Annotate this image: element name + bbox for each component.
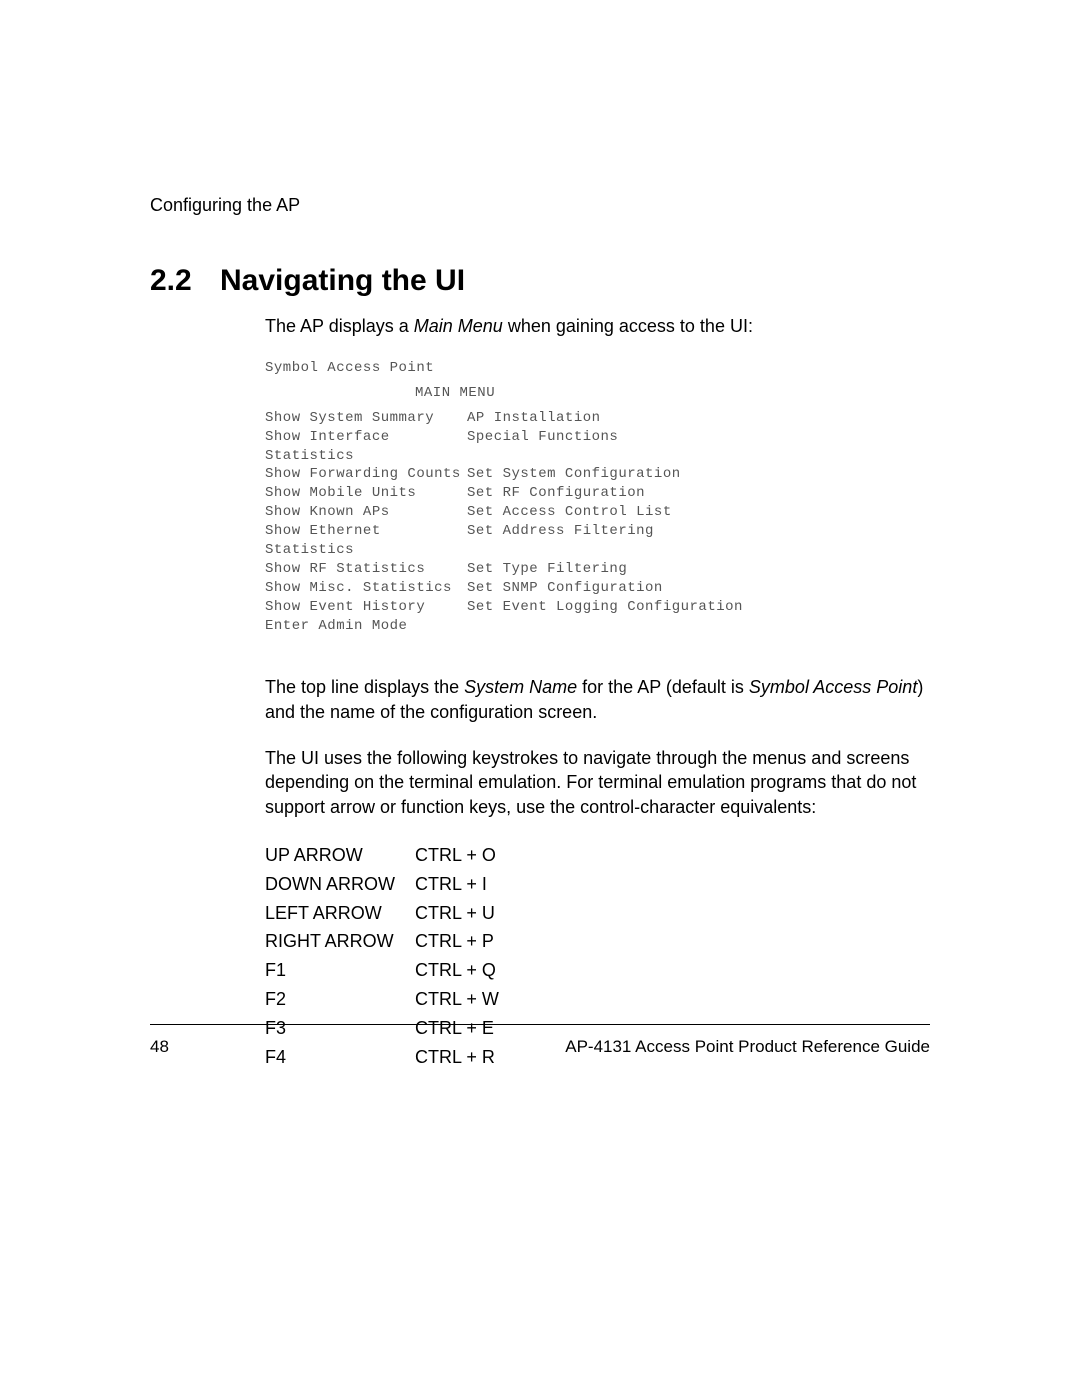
terminal-cell-right: Set RF Configuration [467, 484, 645, 503]
key-row: RIGHT ARROWCTRL + P [265, 927, 930, 956]
key-equiv: CTRL + I [415, 870, 487, 899]
key-equiv: CTRL + O [415, 841, 496, 870]
terminal-row: Show Event HistorySet Event Logging Conf… [265, 598, 930, 617]
terminal-row: Show Forwarding CountsSet System Configu… [265, 465, 930, 484]
terminal-cell-right: Set Access Control List [467, 503, 672, 522]
intro-text-pre: The AP displays a [265, 316, 414, 336]
key-equiv: CTRL + P [415, 927, 494, 956]
running-header: Configuring the AP [150, 195, 930, 216]
terminal-cell-left: Show Known APs [265, 503, 467, 522]
terminal-row: Show Misc. StatisticsSet SNMP Configurat… [265, 579, 930, 598]
terminal-cell-left: Show Misc. Statistics [265, 579, 467, 598]
terminal-row: Enter Admin Mode [265, 617, 930, 636]
terminal-row: Show Interface StatisticsSpecial Functio… [265, 428, 930, 466]
key-name: LEFT ARROW [265, 899, 415, 928]
terminal-row: Show System SummaryAP Installation [265, 409, 930, 428]
terminal-cell-left: Show Mobile Units [265, 484, 467, 503]
key-equiv: CTRL + U [415, 899, 495, 928]
terminal-cell-left: Show Forwarding Counts [265, 465, 467, 484]
footer-rule [150, 1024, 930, 1025]
terminal-cell-right: Special Functions [467, 428, 618, 466]
key-name: F1 [265, 956, 415, 985]
terminal-cell-right: AP Installation [467, 409, 601, 428]
key-name: RIGHT ARROW [265, 927, 415, 956]
p1d: Symbol Access Point [749, 677, 917, 697]
terminal-cell-left: Show Event History [265, 598, 467, 617]
key-equiv: CTRL + Q [415, 956, 496, 985]
terminal-rows: Show System SummaryAP InstallationShow I… [265, 409, 930, 636]
terminal-row: Show Mobile UnitsSet RF Configuration [265, 484, 930, 503]
intro-main-menu: Main Menu [414, 316, 503, 336]
key-name: F2 [265, 985, 415, 1014]
key-row: LEFT ARROWCTRL + U [265, 899, 930, 928]
intro-text-post: when gaining access to the UI: [503, 316, 753, 336]
terminal-row: Show RF StatisticsSet Type Filtering [265, 560, 930, 579]
key-row: F2CTRL + W [265, 985, 930, 1014]
terminal-row: Show Ethernet StatisticsSet Address Filt… [265, 522, 930, 560]
terminal-cell-left: Show RF Statistics [265, 560, 467, 579]
section-heading: 2.2 Navigating the UI [150, 264, 930, 298]
p1c: for the AP (default is [577, 677, 749, 697]
terminal-cell-left: Enter Admin Mode [265, 617, 467, 636]
paragraph-keystrokes: The UI uses the following keystrokes to … [265, 746, 930, 819]
terminal-cell-left: Show Ethernet Statistics [265, 522, 467, 560]
section-number: 2.2 [150, 264, 220, 298]
terminal-system-name: Symbol Access Point [265, 359, 930, 378]
terminal-screen: Symbol Access Point MAIN MENU Show Syste… [265, 359, 930, 635]
terminal-row: Show Known APsSet Access Control List [265, 503, 930, 522]
body: The AP displays a Main Menu when gaining… [265, 316, 930, 1071]
key-equiv: CTRL + W [415, 985, 499, 1014]
terminal-cell-right: Set Type Filtering [467, 560, 627, 579]
terminal-cell-left: Show Interface Statistics [265, 428, 467, 466]
terminal-cell-right: Set Event Logging Configuration [467, 598, 743, 617]
intro-paragraph: The AP displays a Main Menu when gaining… [265, 316, 930, 337]
terminal-cell-right: Set System Configuration [467, 465, 681, 484]
p1b: System Name [464, 677, 577, 697]
key-name: UP ARROW [265, 841, 415, 870]
page: Configuring the AP 2.2 Navigating the UI… [0, 0, 1080, 1071]
section-title-text: Navigating the UI [220, 264, 465, 298]
key-name: DOWN ARROW [265, 870, 415, 899]
key-row: DOWN ARROWCTRL + I [265, 870, 930, 899]
terminal-cell-left: Show System Summary [265, 409, 467, 428]
page-footer: 48 AP-4131 Access Point Product Referenc… [150, 1037, 930, 1057]
p1a: The top line displays the [265, 677, 464, 697]
page-number: 48 [150, 1037, 169, 1057]
footer-doc-title: AP-4131 Access Point Product Reference G… [565, 1037, 930, 1057]
terminal-cell-right: Set SNMP Configuration [467, 579, 663, 598]
key-row: F1CTRL + Q [265, 956, 930, 985]
paragraph-system-name: The top line displays the System Name fo… [265, 675, 930, 724]
key-row: UP ARROWCTRL + O [265, 841, 930, 870]
terminal-menu-label: MAIN MENU [265, 384, 930, 403]
terminal-cell-right: Set Address Filtering [467, 522, 654, 560]
